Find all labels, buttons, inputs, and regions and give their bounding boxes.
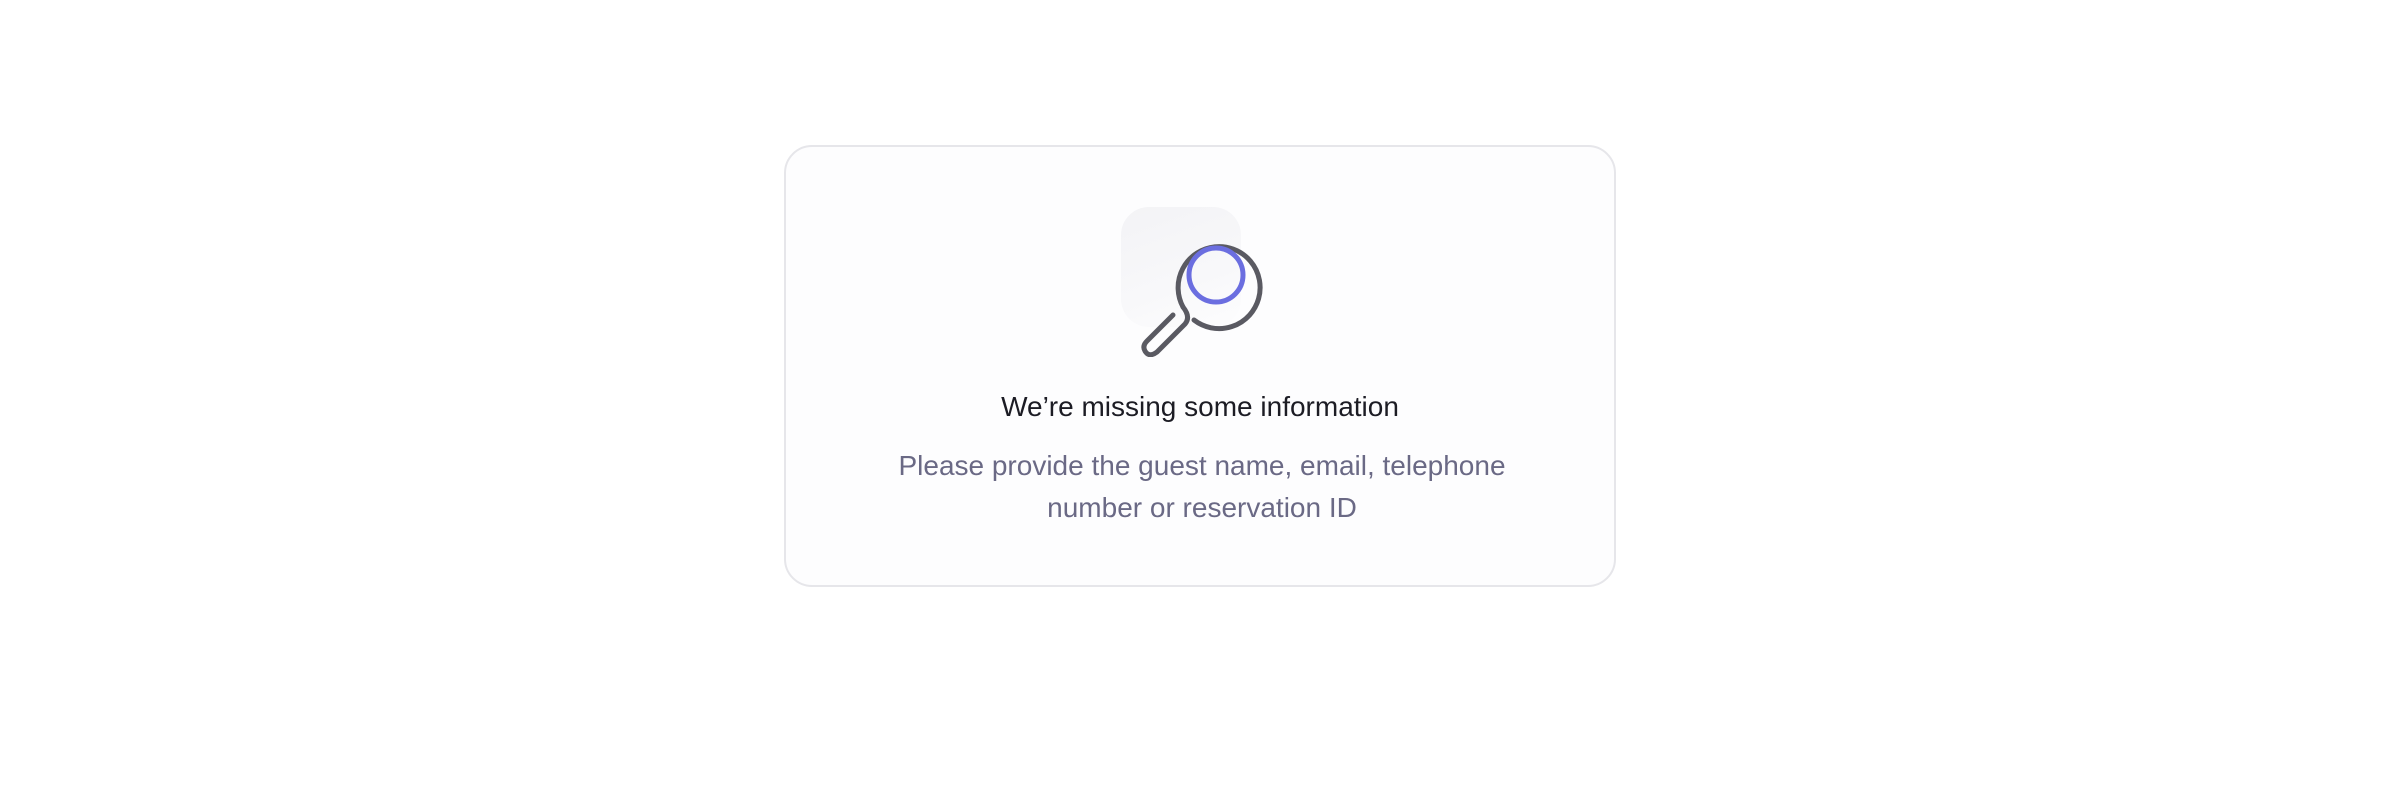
page: We’re missing some information Please pr… bbox=[0, 0, 2400, 800]
magnifying-glass-icon bbox=[1141, 244, 1263, 357]
empty-state-message: Please provide the guest name, email, te… bbox=[898, 450, 1506, 523]
empty-state-card: We’re missing some information Please pr… bbox=[784, 145, 1616, 587]
empty-state-illustration bbox=[1121, 207, 1271, 357]
empty-state-title: We’re missing some information bbox=[1001, 391, 1399, 422]
